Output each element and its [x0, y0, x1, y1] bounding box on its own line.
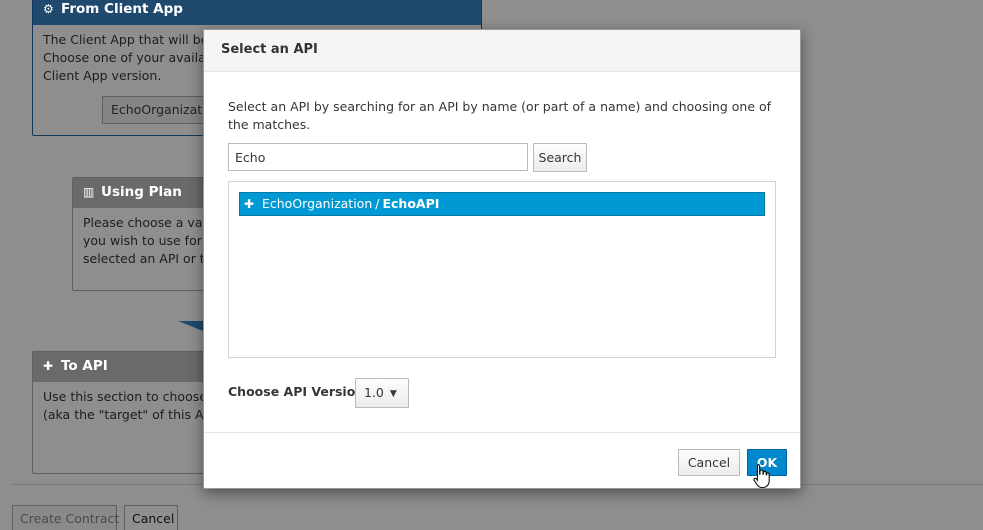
- dialog-description: Select an API by searching for an API by…: [228, 99, 772, 132]
- client-app-select[interactable]: EchoOrganization: [102, 96, 212, 124]
- result-separator: /: [375, 196, 380, 211]
- dialog-body: Select an API by searching for an API by…: [204, 72, 800, 432]
- from-client-app-title: From Client App: [61, 1, 183, 17]
- bar-chart-icon: ▥: [83, 185, 95, 199]
- cogs-icon: ⚙: [43, 2, 54, 16]
- api-version-label: Choose API Version:: [228, 384, 370, 399]
- api-version-value: 1.0: [364, 385, 384, 400]
- dialog-title: Select an API: [221, 42, 318, 57]
- puzzle-icon: ✚: [244, 197, 255, 211]
- api-search-input[interactable]: [228, 143, 528, 171]
- cancel-button[interactable]: Cancel: [678, 449, 740, 476]
- api-result-item[interactable]: ✚ EchoOrganization / EchoAPI: [239, 192, 765, 216]
- to-api-title: To API: [61, 358, 108, 374]
- dialog-footer: Cancel OK: [204, 432, 800, 489]
- api-version-select[interactable]: 1.0 ▼: [355, 378, 409, 408]
- page-cancel-button[interactable]: Cancel: [124, 505, 178, 530]
- using-plan-title: Using Plan: [101, 184, 182, 200]
- create-contract-button[interactable]: Create Contract: [12, 505, 119, 530]
- search-row: Search: [228, 143, 788, 173]
- result-api-name: EchoAPI: [382, 196, 440, 211]
- search-button[interactable]: Search: [533, 143, 587, 172]
- api-results-list: ✚ EchoOrganization / EchoAPI: [228, 181, 776, 358]
- hand-cursor-icon: [753, 463, 770, 489]
- from-client-app-header: ⚙ From Client App: [33, 0, 481, 25]
- dialog-header: Select an API: [204, 30, 800, 72]
- puzzle-icon: ✚: [43, 359, 54, 373]
- chevron-down-icon: ▼: [389, 389, 397, 399]
- select-api-dialog: Select an API Select an API by searching…: [203, 29, 801, 489]
- result-organization: EchoOrganization: [261, 196, 373, 211]
